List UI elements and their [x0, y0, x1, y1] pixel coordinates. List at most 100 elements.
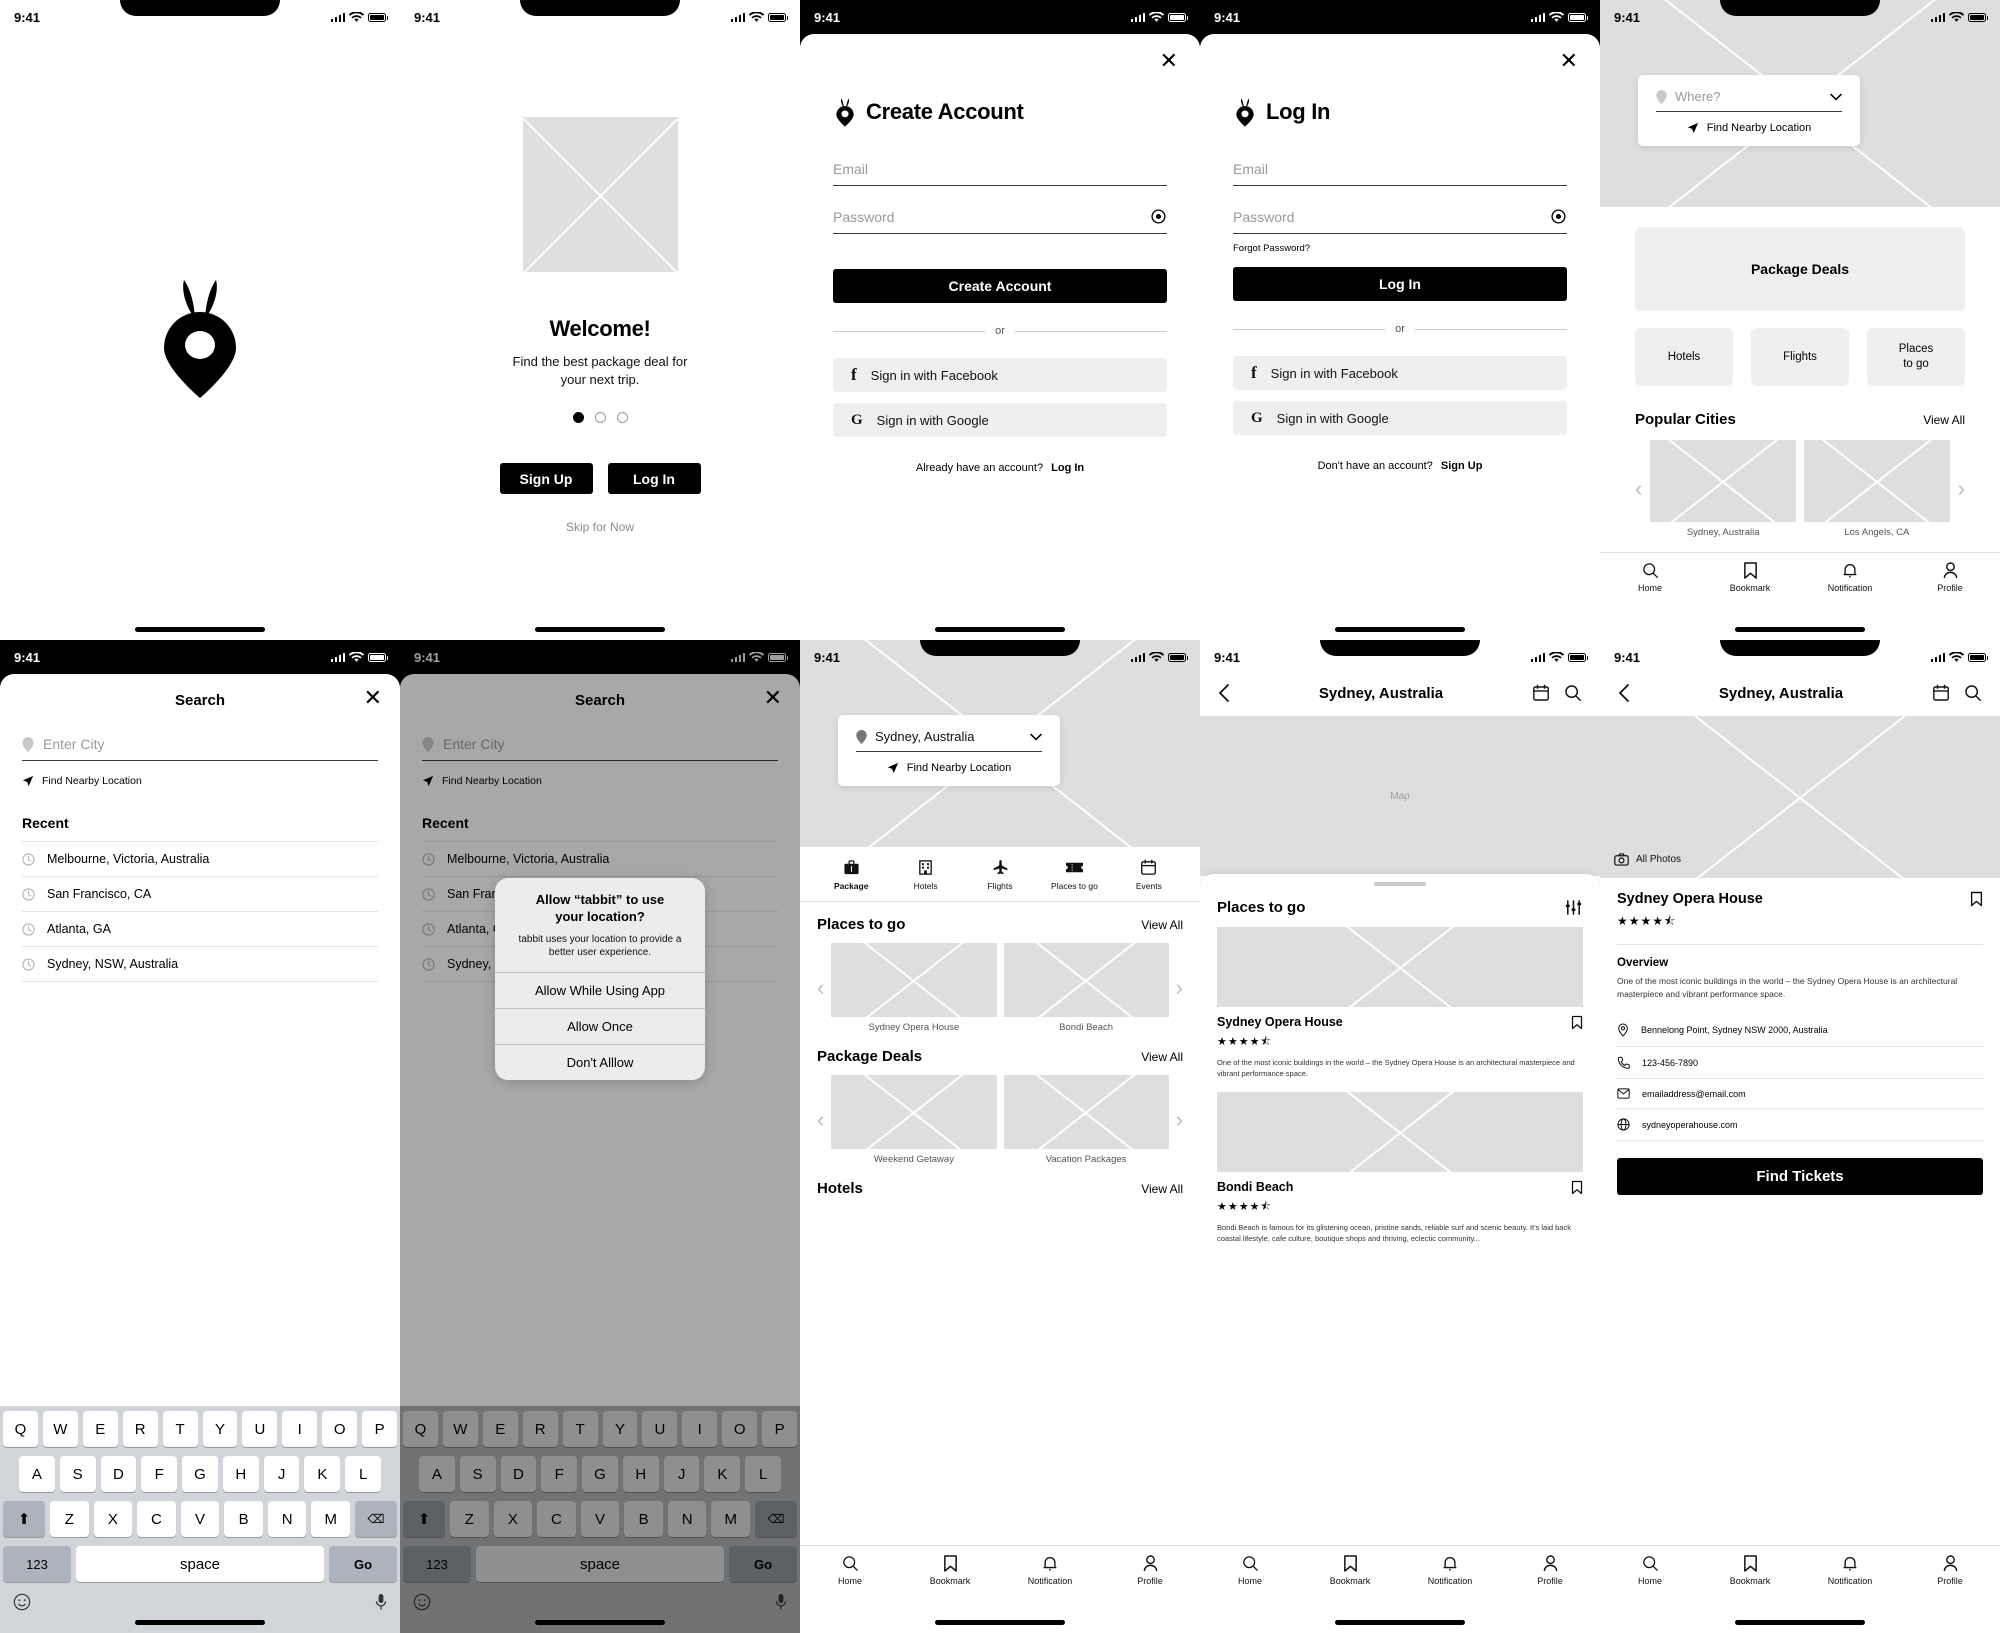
key-n[interactable]: N: [267, 1501, 307, 1537]
key-t[interactable]: T: [562, 1411, 598, 1447]
google-signin-button[interactable]: G Sign in with Google: [833, 403, 1167, 437]
carousel-next-button[interactable]: ›: [1176, 1109, 1183, 1131]
key-v[interactable]: V: [180, 1501, 220, 1537]
filter-icon[interactable]: [1564, 898, 1583, 917]
email-row[interactable]: emailaddress@email.com: [1617, 1079, 1983, 1110]
key-s[interactable]: S: [459, 1456, 496, 1492]
list-item[interactable]: Melbourne, Victoria, Australia: [22, 841, 378, 876]
key-k[interactable]: K: [304, 1456, 341, 1492]
search-icon[interactable]: [1964, 684, 1982, 702]
all-photos-button[interactable]: All Photos: [1614, 853, 1681, 866]
list-item[interactable]: Sydney, NSW, Australia: [22, 946, 378, 982]
key-m[interactable]: M: [711, 1501, 751, 1537]
key-b[interactable]: B: [624, 1501, 663, 1537]
key-d[interactable]: D: [100, 1456, 137, 1492]
nav-profile[interactable]: Profile: [1500, 1555, 1600, 1586]
password-field[interactable]: Password: [833, 200, 1167, 234]
find-nearby-location-button[interactable]: Find Nearby Location: [22, 775, 378, 787]
nav-profile[interactable]: Profile: [1900, 1555, 2000, 1586]
go-key[interactable]: Go: [729, 1546, 797, 1582]
place-card[interactable]: Sydney Opera House: [831, 943, 997, 1033]
package-deals-view-all[interactable]: View All: [1141, 1050, 1183, 1064]
find-tickets-button[interactable]: Find Tickets: [1617, 1158, 1983, 1196]
numbers-key[interactable]: 123: [3, 1546, 71, 1582]
eye-icon[interactable]: [1550, 208, 1567, 225]
key-i[interactable]: I: [282, 1411, 318, 1447]
find-nearby-location-button[interactable]: Find Nearby Location: [422, 775, 778, 787]
photo-gallery-placeholder[interactable]: All Photos: [1600, 716, 2000, 878]
emoji-icon[interactable]: [413, 1593, 431, 1611]
nav-home[interactable]: Home: [800, 1555, 900, 1586]
nav-bookmark[interactable]: Bookmark: [900, 1555, 1000, 1586]
chevron-down-icon[interactable]: [1030, 733, 1042, 741]
back-arrow-icon[interactable]: [1618, 684, 1630, 702]
category-hotels[interactable]: Hotels: [1635, 328, 1733, 386]
nav-home[interactable]: Home: [1200, 1555, 1300, 1586]
facebook-signin-button[interactable]: f Sign in with Facebook: [1233, 356, 1567, 390]
category-flights[interactable]: Flights: [1751, 328, 1849, 386]
bookmark-icon[interactable]: [1571, 1015, 1583, 1030]
places-to-go-view-all[interactable]: View All: [1141, 918, 1183, 932]
key-r[interactable]: R: [522, 1411, 558, 1447]
package-card[interactable]: Weekend Getaway: [831, 1075, 997, 1165]
nav-home[interactable]: Home: [1600, 562, 1700, 593]
carousel-prev-button[interactable]: ‹: [1635, 478, 1642, 500]
skip-for-now-link[interactable]: Skip for Now: [447, 520, 753, 534]
key-j[interactable]: J: [263, 1456, 300, 1492]
key-l[interactable]: L: [345, 1456, 382, 1492]
key-b[interactable]: B: [224, 1501, 263, 1537]
bookmark-icon[interactable]: [1571, 1180, 1583, 1195]
space-key[interactable]: space: [476, 1546, 724, 1582]
key-p[interactable]: P: [762, 1411, 798, 1447]
back-arrow-icon[interactable]: [1218, 684, 1230, 702]
list-item[interactable]: Melbourne, Victoria, Australia: [422, 841, 778, 876]
website-row[interactable]: sydneyoperahouse.com: [1617, 1109, 1983, 1142]
key-h[interactable]: H: [622, 1456, 659, 1492]
bookmark-icon[interactable]: [1970, 891, 1983, 907]
close-icon[interactable]: ✕: [1560, 50, 1578, 72]
package-deals-banner[interactable]: Package Deals: [1635, 227, 1965, 311]
key-i[interactable]: I: [682, 1411, 718, 1447]
microphone-icon[interactable]: [775, 1593, 787, 1611]
key-a[interactable]: A: [18, 1456, 55, 1492]
nav-bookmark[interactable]: Bookmark: [1300, 1555, 1400, 1586]
nav-notification[interactable]: Notification: [1000, 1555, 1100, 1586]
hotels-view-all[interactable]: View All: [1141, 1182, 1183, 1196]
key-j[interactable]: J: [663, 1456, 700, 1492]
log-in-button[interactable]: Log In: [1233, 267, 1567, 301]
calendar-icon[interactable]: [1932, 684, 1950, 702]
key-g[interactable]: G: [182, 1456, 218, 1492]
key-s[interactable]: S: [59, 1456, 96, 1492]
log-in-link[interactable]: Log In: [1051, 462, 1084, 474]
find-nearby-location-button[interactable]: Find Nearby Location: [856, 762, 1042, 774]
nav-profile[interactable]: Profile: [1900, 562, 2000, 593]
google-signin-button[interactable]: G Sign in with Google: [1233, 401, 1567, 435]
key-e[interactable]: E: [482, 1411, 518, 1447]
key-y[interactable]: Y: [602, 1411, 638, 1447]
carousel-next-button[interactable]: ›: [1958, 478, 1965, 500]
email-field[interactable]: Email: [833, 152, 1167, 186]
nav-notification[interactable]: Notification: [1400, 1555, 1500, 1586]
page-dot-3[interactable]: [616, 412, 628, 424]
list-item[interactable]: San Francisco, CA: [22, 876, 378, 911]
email-field[interactable]: Email: [1233, 152, 1567, 186]
create-account-button[interactable]: Create Account: [833, 269, 1167, 303]
key-x[interactable]: X: [93, 1501, 133, 1537]
facebook-signin-button[interactable]: f Sign in with Facebook: [833, 358, 1167, 392]
tab-places-to-go[interactable]: Places to go: [1037, 859, 1111, 891]
key-f[interactable]: F: [141, 1456, 178, 1492]
nav-notification[interactable]: Notification: [1800, 1555, 1900, 1586]
sign-up-link[interactable]: Sign Up: [1441, 460, 1483, 472]
key-h[interactable]: H: [222, 1456, 259, 1492]
carousel-prev-button[interactable]: ‹: [817, 977, 824, 999]
close-icon[interactable]: ✕: [764, 687, 782, 709]
key-y[interactable]: Y: [202, 1411, 238, 1447]
tab-hotels[interactable]: Hotels: [888, 859, 962, 891]
space-key[interactable]: space: [76, 1546, 324, 1582]
key-o[interactable]: O: [322, 1411, 358, 1447]
key-f[interactable]: F: [541, 1456, 578, 1492]
search-icon[interactable]: [1564, 684, 1582, 702]
sign-up-button[interactable]: Sign Up: [499, 463, 593, 495]
go-key[interactable]: Go: [329, 1546, 397, 1582]
key-d[interactable]: D: [500, 1456, 537, 1492]
